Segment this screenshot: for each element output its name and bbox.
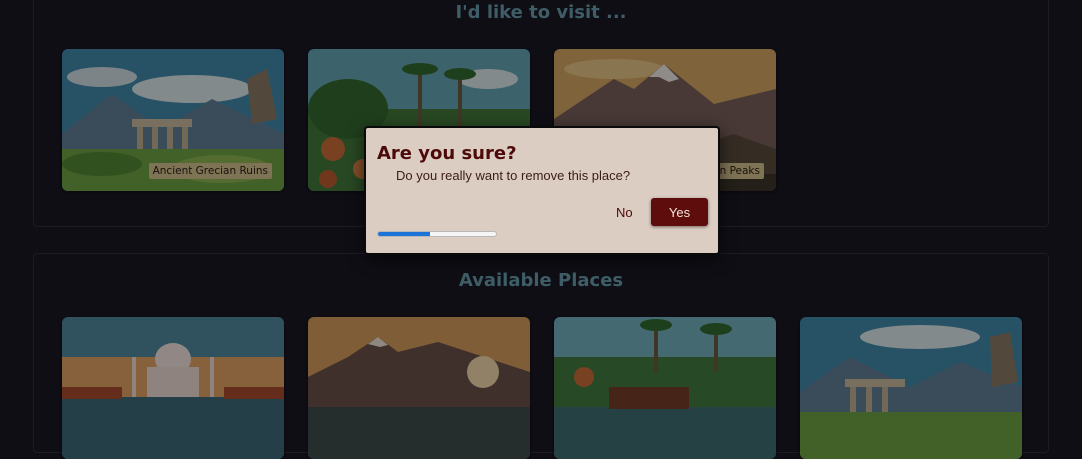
place-label: Ancient Grecian Ruins bbox=[148, 163, 272, 179]
progress-fill bbox=[378, 232, 430, 236]
place-card-grecian-ruins-available[interactable] bbox=[800, 317, 1022, 459]
dialog-message: Do you really want to remove this place? bbox=[396, 168, 631, 183]
confirm-remove-dialog: Are you sure? Do you really want to remo… bbox=[364, 126, 720, 255]
auto-confirm-progress-bar bbox=[377, 231, 497, 237]
place-card-mountain-lake[interactable] bbox=[308, 317, 530, 459]
dialog-title: Are you sure? bbox=[377, 143, 517, 164]
available-places-title: Available Places bbox=[458, 270, 624, 291]
visit-section-title: I'd like to visit ... bbox=[455, 2, 627, 23]
no-button[interactable]: No bbox=[616, 205, 633, 220]
place-card-houseboat-river[interactable] bbox=[554, 317, 776, 459]
taj-mahal-image bbox=[62, 317, 284, 459]
grecian-ruins-image bbox=[800, 317, 1022, 459]
place-card-taj-mahal[interactable] bbox=[62, 317, 284, 459]
place-card-grecian-ruins[interactable]: Ancient Grecian Ruins bbox=[62, 49, 284, 191]
mountain-lake-image bbox=[308, 317, 530, 459]
yes-button[interactable]: Yes bbox=[651, 198, 708, 226]
houseboat-river-image bbox=[554, 317, 776, 459]
